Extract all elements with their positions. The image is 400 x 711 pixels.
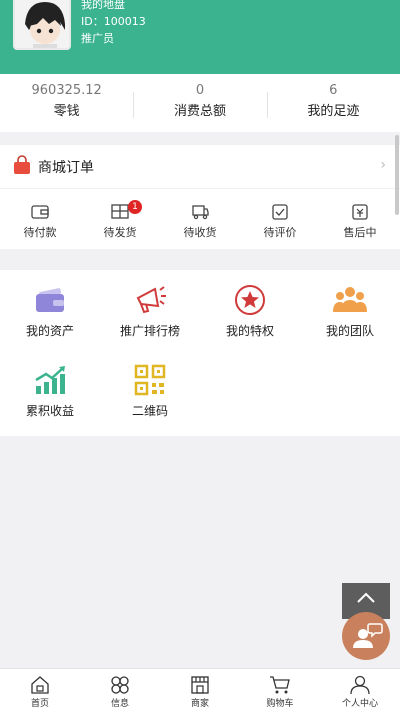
star-badge-icon <box>233 285 267 320</box>
tab-cart[interactable]: 购物车 <box>240 669 320 711</box>
stat-value: 960325.12 <box>31 83 102 98</box>
tab-info[interactable]: 信息 <box>80 669 160 711</box>
stat-balance[interactable]: 960325.12 零钱 <box>0 74 133 132</box>
stat-total-spending[interactable]: 0 消费总额 <box>133 74 266 132</box>
feature-cumulative-earnings[interactable]: 累积收益 <box>0 364 100 418</box>
review-icon <box>270 204 290 225</box>
cart-icon <box>269 676 291 699</box>
after-sale-icon <box>350 204 370 225</box>
order-status-row: 待付款 1 待发货 待收货 待评价 售后中 <box>0 189 400 249</box>
feature-label: 累积收益 <box>25 404 74 418</box>
tab-label: 信息 <box>110 699 129 709</box>
feature-label: 我的团队 <box>325 324 374 338</box>
order-pending-shipment[interactable]: 1 待发货 <box>80 189 160 249</box>
feature-label: 我的资产 <box>25 324 74 338</box>
customer-service-button[interactable] <box>342 612 390 660</box>
feature-label: 二维码 <box>131 404 168 418</box>
user-icon <box>349 675 371 699</box>
feature-label: 推广排行榜 <box>119 324 180 338</box>
order-label: 待发货 <box>103 226 137 239</box>
user-id: ID：100013 <box>81 15 146 28</box>
order-after-sale[interactable]: 售后中 <box>320 189 400 249</box>
stat-label: 零钱 <box>53 104 80 119</box>
stat-value: 0 <box>195 83 205 98</box>
order-label: 待付款 <box>23 226 57 239</box>
profile-header: 我的地盘 ID：100013 推广员 <box>0 0 400 74</box>
feature-my-privileges[interactable]: 我的特权 <box>200 284 300 338</box>
shopping-bag-icon <box>12 154 32 179</box>
chevron-right-icon: › <box>380 157 386 173</box>
tab-merchants[interactable]: 商家 <box>160 669 240 711</box>
stat-value: 6 <box>329 83 338 98</box>
tab-personal-center[interactable]: 个人中心 <box>320 669 400 711</box>
tab-label: 商家 <box>190 699 209 709</box>
wallet-icon <box>30 205 50 225</box>
assets-icon <box>33 288 67 320</box>
megaphone-icon <box>133 286 167 320</box>
truck-icon <box>190 205 210 225</box>
qr-code-icon <box>133 364 167 400</box>
stat-footprint[interactable]: 6 我的足迹 <box>266 74 400 132</box>
bottom-tab-bar: 首页 信息 商家 购物车 个人中心 <box>0 668 400 711</box>
account-stats: 960325.12 零钱 0 消费总额 6 我的足迹 <box>0 74 400 132</box>
tab-home[interactable]: 首页 <box>0 669 80 711</box>
order-pending-receipt[interactable]: 待收货 <box>160 189 240 249</box>
team-icon <box>332 287 368 320</box>
info-icon <box>109 676 131 699</box>
order-label: 待评价 <box>263 226 297 239</box>
feature-grid: 我的资产 推广排行榜 我的特权 我的团队 累积收益 二维码 <box>0 270 400 436</box>
user-info: 我的地盘 ID：100013 推广员 <box>81 0 146 47</box>
tab-label: 个人中心 <box>341 699 378 709</box>
mall-orders-header[interactable]: 商城订单 › <box>0 145 400 189</box>
avatar[interactable] <box>13 0 71 50</box>
package-icon <box>110 204 130 225</box>
mall-orders-title: 商城订单 <box>38 159 94 176</box>
home-icon <box>29 676 51 699</box>
user-name: 我的地盘 <box>81 0 125 11</box>
mall-orders-card: 商城订单 › 待付款 1 待发货 待收货 待评价 售后中 <box>0 145 400 249</box>
order-label: 待收货 <box>183 226 217 239</box>
feature-my-assets[interactable]: 我的资产 <box>0 284 100 338</box>
feature-my-team[interactable]: 我的团队 <box>300 284 400 338</box>
user-role: 推广员 <box>81 32 114 45</box>
tab-label: 购物车 <box>266 699 294 709</box>
tab-label: 首页 <box>30 699 49 709</box>
order-count-badge: 1 <box>128 200 142 214</box>
feature-promo-ranking[interactable]: 推广排行榜 <box>100 284 200 338</box>
stat-label: 消费总额 <box>173 104 226 119</box>
order-pending-payment[interactable]: 待付款 <box>0 189 80 249</box>
feature-label: 我的特权 <box>225 324 274 338</box>
order-pending-review[interactable]: 待评价 <box>240 189 320 249</box>
stat-label: 我的足迹 <box>307 104 360 119</box>
store-icon <box>189 676 211 699</box>
growth-chart-icon <box>32 366 68 400</box>
order-label: 售后中 <box>343 226 377 239</box>
page-scrollbar[interactable] <box>395 135 399 215</box>
customer-service-icon <box>342 623 390 664</box>
feature-qr-code[interactable]: 二维码 <box>100 364 200 418</box>
